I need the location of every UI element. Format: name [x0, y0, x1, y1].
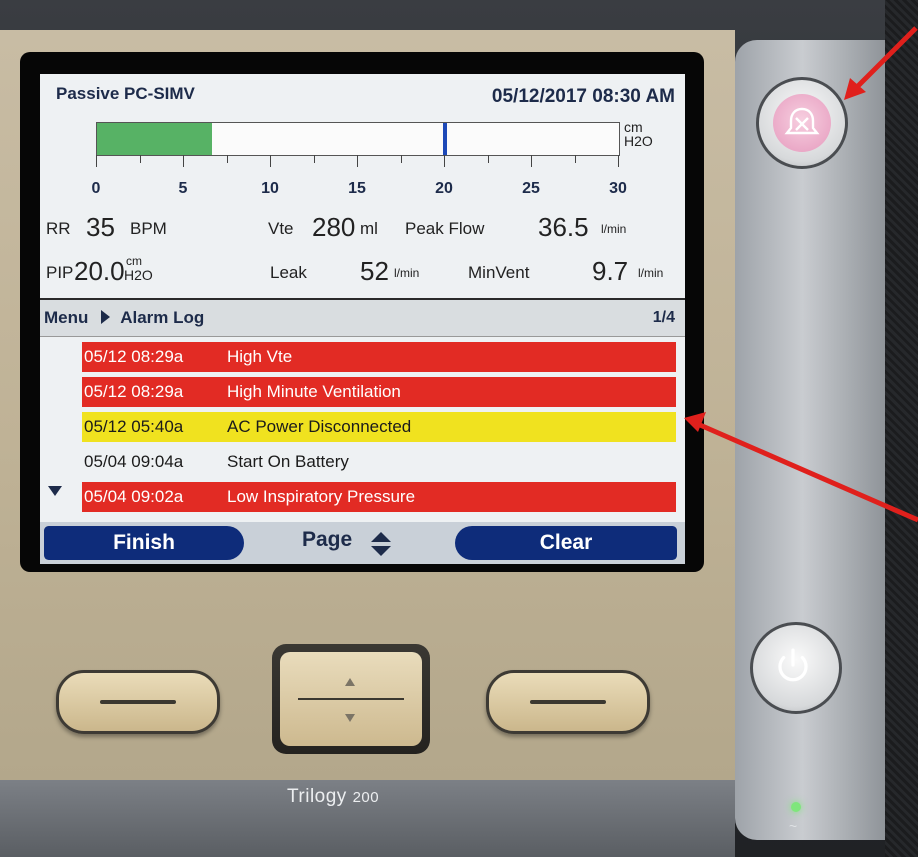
rr-unit: BPM	[130, 219, 167, 238]
power-icon	[778, 648, 808, 682]
gauge-tick-label: 5	[178, 180, 188, 197]
gauge-minor-tick	[313, 155, 315, 163]
power-status-led	[791, 802, 801, 812]
vte-value: 280	[312, 212, 356, 242]
gauge-tick	[357, 155, 358, 167]
rr-label: RR	[46, 219, 71, 238]
gauge-minor-tick	[487, 155, 489, 163]
gauge-tick	[183, 155, 184, 167]
up-down-arrows-icon	[371, 532, 391, 556]
page-indicator: 1/4	[652, 309, 675, 326]
carry-strap	[885, 0, 918, 857]
pip-unit-bottom: H2O	[124, 267, 153, 283]
parameters-row-2: PIP 20.0 cm H2O Leak 52 l/min MinVent 9.…	[40, 254, 685, 292]
minvent-label: MinVent	[468, 263, 530, 282]
triangle-down-icon	[48, 486, 62, 496]
alarm-message: AC Power Disconnected	[227, 417, 412, 436]
alarm-message: Low Inspiratory Pressure	[227, 487, 416, 506]
softkey-bar: Finish Page Clear	[40, 522, 685, 564]
peak-flow-label: Peak Flow	[405, 219, 485, 238]
gauge-tick	[531, 155, 532, 167]
gauge-unit: cm H2O	[624, 119, 653, 149]
alarm-silence-icon	[784, 107, 820, 135]
gauge-tick	[444, 155, 445, 167]
alarm-silence-face	[773, 94, 831, 152]
gauge-tick-label: 10	[261, 180, 279, 197]
key-divider	[298, 698, 404, 700]
alarm-message: High Minute Ventilation	[227, 382, 401, 401]
vte-label: Vte	[268, 219, 294, 238]
device-brand: Trilogy 200	[287, 786, 380, 807]
gauge-tick-label: 0	[91, 180, 101, 197]
pressure-bar-gauge	[96, 122, 620, 156]
alarm-time: 05/12 08:29a	[84, 382, 184, 401]
leak-unit: l/min	[394, 266, 420, 280]
pressure-setpoint-marker	[443, 123, 447, 155]
pip-unit-top: cm	[126, 254, 142, 268]
page-softkey-label[interactable]: Page	[302, 528, 352, 552]
key-slot	[530, 700, 606, 705]
gauge-minor-tick	[400, 155, 402, 163]
breadcrumb-arrow-icon	[101, 310, 111, 324]
gauge-tick-label: 20	[435, 180, 453, 197]
alarm-log-entry[interactable]: 05/04 09:02a Low Inspiratory Pressure	[82, 482, 676, 512]
alarm-time: 05/04 09:02a	[84, 487, 184, 506]
alarm-time: 05/04 09:04a	[84, 452, 184, 471]
gauge-tick-label: 15	[348, 180, 366, 197]
alarm-log-entry[interactable]: 05/12 08:29a High Minute Ventilation	[82, 377, 676, 407]
gauge-tick-label: 30	[609, 180, 627, 197]
pressure-fill	[97, 123, 212, 155]
up-down-navigation-key[interactable]	[272, 644, 430, 754]
breadcrumb-current: Alarm Log	[120, 308, 205, 327]
clear-softkey[interactable]: Clear	[455, 526, 677, 560]
gauge-minor-tick	[226, 155, 228, 163]
gauge-minor-tick	[139, 155, 141, 163]
alarm-log-entry[interactable]: 05/12 05:40a AC Power Disconnected	[82, 412, 676, 442]
left-hardkey[interactable]	[56, 670, 220, 734]
nav-key-face	[280, 652, 422, 746]
alarm-log-entry[interactable]: 05/12 08:29a High Vte	[82, 342, 676, 372]
alarm-log-entry[interactable]: 05/04 09:04a Start On Battery	[82, 447, 676, 477]
up-arrow-icon	[345, 678, 355, 686]
parameters-row-1: RR 35 BPM Vte 280 ml Peak Flow 36.5 l/mi…	[40, 212, 685, 248]
ac-power-symbol: ~	[789, 818, 798, 834]
leak-label: Leak	[270, 263, 307, 282]
ventilation-mode: Passive PC-SIMV	[56, 84, 195, 103]
peak-flow-value: 36.5	[538, 212, 589, 242]
peak-flow-unit: l/min	[601, 222, 627, 236]
gauge-tick	[618, 155, 619, 167]
gauge-minor-tick	[574, 155, 576, 163]
finish-softkey[interactable]: Finish	[44, 526, 244, 560]
minvent-unit: l/min	[638, 266, 664, 280]
gauge-tick-label: 25	[522, 180, 540, 197]
right-hardkey[interactable]	[486, 670, 650, 734]
gauge-tick	[96, 155, 97, 167]
rr-value: 35	[86, 212, 115, 242]
alarm-silence-button[interactable]	[756, 77, 848, 169]
breadcrumb-root: Menu	[44, 308, 89, 327]
minvent-value: 9.7	[592, 256, 629, 286]
power-button[interactable]	[750, 622, 842, 714]
alarm-message: Start On Battery	[227, 452, 349, 471]
pip-value: 20.0	[74, 256, 125, 286]
key-slot	[100, 700, 176, 705]
alarm-time: 05/12 08:29a	[84, 347, 184, 366]
ventilator-screen: Passive PC-SIMV 05/12/2017 08:30 AM cm H…	[40, 74, 685, 564]
pip-label: PIP	[46, 263, 74, 282]
vte-unit: ml	[360, 219, 378, 238]
alarm-time: 05/12 05:40a	[84, 417, 184, 436]
date-time: 05/12/2017 08:30 AM	[491, 86, 675, 107]
breadcrumb: Menu Alarm Log	[44, 308, 204, 328]
menu-breadcrumb-bar: Menu Alarm Log 1/4	[40, 298, 685, 337]
down-arrow-icon	[345, 714, 355, 722]
alarm-message: High Vte	[227, 347, 293, 366]
leak-value: 52	[360, 256, 389, 286]
gauge-tick	[270, 155, 271, 167]
